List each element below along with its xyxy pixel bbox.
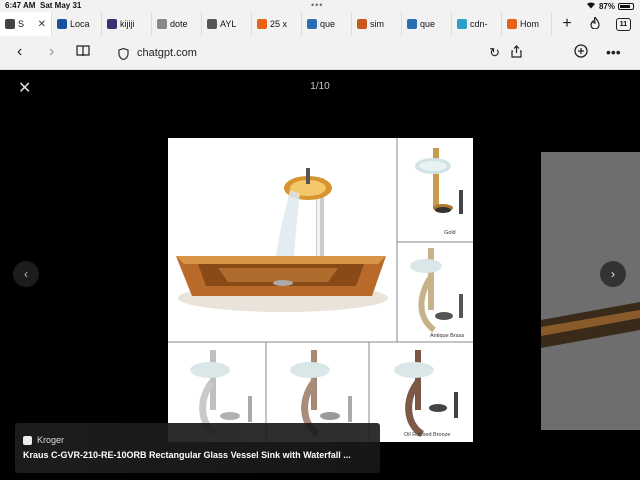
forward-button[interactable]: ›	[49, 44, 54, 60]
image-counter: 1/10	[310, 81, 330, 92]
tab-8[interactable]: que	[402, 12, 452, 36]
gold-label: Gold	[444, 230, 456, 236]
wifi-icon	[586, 1, 596, 11]
oil-rubbed-bronze-label: Oil Rubbed Bronze	[404, 432, 450, 438]
chatgpt-icon	[5, 19, 15, 29]
navigation-bar: ‹ › chatgpt.com ↻ •••	[0, 36, 640, 70]
tab-label: S	[18, 19, 25, 29]
more-options-icon[interactable]: •••	[606, 44, 621, 60]
antique-brass-label: Antique Brass	[430, 333, 464, 339]
chat-plus-button[interactable]	[574, 44, 588, 61]
tab-label: cdn-	[470, 19, 488, 29]
dote-icon	[157, 19, 167, 29]
tab-4[interactable]: AYL	[202, 12, 252, 36]
address-bar[interactable]: chatgpt.com ↻	[108, 42, 528, 64]
status-bar: 6:47 AM Sat May 31 ••• 87%	[0, 0, 640, 12]
reload-button[interactable]: ↻	[489, 45, 500, 61]
sim-icon	[357, 19, 367, 29]
shield-icon	[118, 47, 129, 61]
tab-label: Loca	[70, 19, 90, 29]
source-favicon-icon	[23, 435, 32, 445]
next-image-preview[interactable]	[541, 152, 640, 430]
tab-label: dote	[170, 19, 188, 29]
multitask-dots-icon[interactable]: •••	[311, 0, 323, 10]
loc-icon	[57, 19, 67, 29]
tab-label: sim	[370, 19, 384, 29]
image-viewer: ✕ 1/10 ‹ Gold Antique Brass Oil Rubbed B…	[0, 70, 640, 480]
previous-image-button[interactable]: ‹	[13, 261, 39, 287]
share-button[interactable]	[511, 45, 522, 61]
tab-9[interactable]: cdn-	[452, 12, 502, 36]
tab-label: 25 x	[270, 19, 288, 29]
tab-7[interactable]: sim	[352, 12, 402, 36]
tab-label: Hom	[520, 19, 540, 29]
ayl-icon	[207, 19, 217, 29]
cdn-icon	[457, 19, 467, 29]
new-tab-button[interactable]: +	[552, 15, 582, 33]
reader-book-icon[interactable]	[76, 45, 90, 61]
tab-3[interactable]: dote	[152, 12, 202, 36]
tab-label: que	[320, 19, 336, 29]
tab-6[interactable]: que	[302, 12, 352, 36]
tab-1[interactable]: Loca	[52, 12, 102, 36]
tab-label: kijiji	[120, 19, 135, 29]
close-icon[interactable]: ✕	[18, 78, 31, 98]
image-title: Kraus C-GVR-210-RE-10ORB Rectangular Gla…	[23, 450, 351, 460]
flame-icon[interactable]	[582, 15, 608, 32]
tab-5[interactable]: 25 x	[252, 12, 302, 36]
tab-2[interactable]: kijiji	[102, 12, 152, 36]
battery-percent: 87%	[598, 1, 615, 11]
que-icon	[307, 19, 317, 29]
tab-strip: S ✕ Loca kijiji dote AYL 25 x que sim que cdn- Hom …	[0, 12, 640, 36]
status-time: 6:47 AM	[5, 1, 36, 10]
back-button[interactable]: ‹	[17, 44, 22, 60]
home-icon	[507, 19, 517, 29]
status-date: Sat May 31	[40, 1, 82, 10]
orange-icon	[257, 19, 267, 29]
tab-close-icon[interactable]: ✕	[38, 19, 46, 30]
tab-count-button[interactable]: 11	[616, 17, 631, 31]
source-name: Kroger	[37, 435, 65, 445]
product-image: Gold Antique Brass Oil Rubbed Bronze	[168, 138, 473, 442]
next-image-button[interactable]: ›	[600, 261, 626, 287]
tab-0[interactable]: S ✕	[0, 12, 52, 36]
battery-icon	[618, 2, 634, 10]
kijiji-icon	[107, 19, 117, 29]
tab-label: AYL	[220, 19, 237, 29]
tab-label: que	[420, 19, 436, 29]
source-row: Kroger	[23, 435, 64, 445]
tab-10[interactable]: Hom	[502, 12, 552, 36]
image-caption[interactable]: Kroger Kraus C-GVR-210-RE-10ORB Rectangu…	[15, 423, 380, 473]
que-icon	[407, 19, 417, 29]
url-text: chatgpt.com	[137, 47, 197, 59]
